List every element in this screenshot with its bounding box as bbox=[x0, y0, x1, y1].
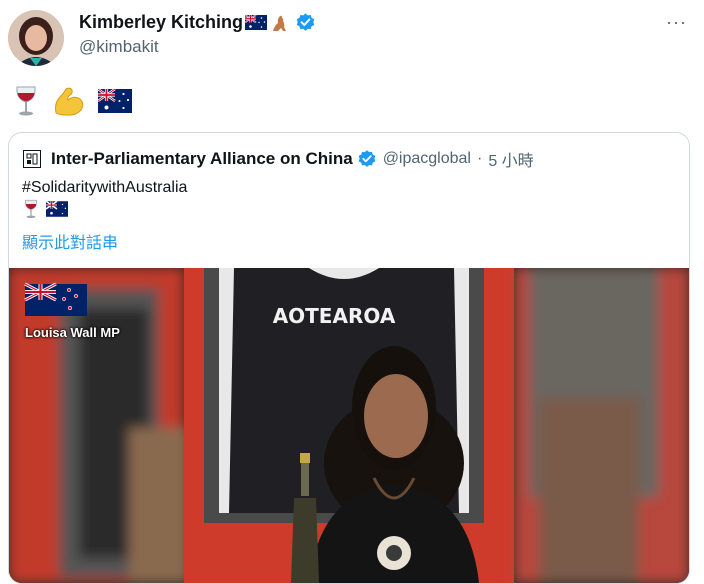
quoted-tweet[interactable]: Inter-Parliamentary Alliance on China @i… bbox=[8, 132, 690, 584]
australia-flag-icon bbox=[245, 15, 268, 30]
time-separator: · bbox=[476, 150, 483, 167]
kangaroo-icon bbox=[273, 15, 287, 31]
quoted-emojis bbox=[22, 199, 68, 219]
more-options-button[interactable]: ··· bbox=[666, 12, 687, 33]
show-thread-link[interactable]: 顯示此對話串 bbox=[22, 229, 118, 253]
author-avatar[interactable] bbox=[8, 10, 64, 66]
australia-flag-icon bbox=[46, 201, 68, 217]
quoted-timestamp[interactable]: 5 小時 bbox=[488, 147, 533, 171]
ipac-logo-icon[interactable] bbox=[23, 150, 41, 168]
author-handle[interactable]: @kimbakit bbox=[79, 37, 159, 57]
quoted-author-handle[interactable]: @ipacglobal bbox=[383, 150, 471, 168]
jersey-text: AOTEAROA bbox=[273, 304, 396, 328]
wine-glass-icon bbox=[16, 86, 36, 116]
ipac-logo-glyph bbox=[26, 153, 38, 165]
flexed-biceps-icon bbox=[55, 87, 84, 116]
video-overlay-label: Louisa Wall MP bbox=[25, 325, 120, 340]
verified-badge-icon bbox=[296, 13, 315, 31]
avatar-image bbox=[8, 10, 64, 66]
verified-badge-icon bbox=[358, 150, 376, 167]
video-frame: AOTEAROA bbox=[9, 268, 689, 583]
new-zealand-flag-icon bbox=[24, 282, 87, 316]
quoted-hashtag[interactable]: #SolidaritywithAustralia bbox=[22, 177, 187, 199]
wine-glass-icon bbox=[24, 199, 38, 219]
quoted-author-name[interactable]: Inter-Parliamentary Alliance on China bbox=[51, 149, 353, 169]
quoted-tweet-header: Inter-Parliamentary Alliance on China @i… bbox=[23, 147, 534, 171]
tweet-body bbox=[12, 85, 132, 117]
video-player[interactable]: AOTEAROA Louisa Wall MP bbox=[9, 268, 689, 583]
more-icon: ··· bbox=[666, 12, 687, 32]
author-name-row: Kimberley Kitching bbox=[79, 12, 316, 33]
author-name[interactable]: Kimberley Kitching bbox=[79, 12, 243, 33]
australia-flag-large-icon bbox=[98, 89, 132, 113]
